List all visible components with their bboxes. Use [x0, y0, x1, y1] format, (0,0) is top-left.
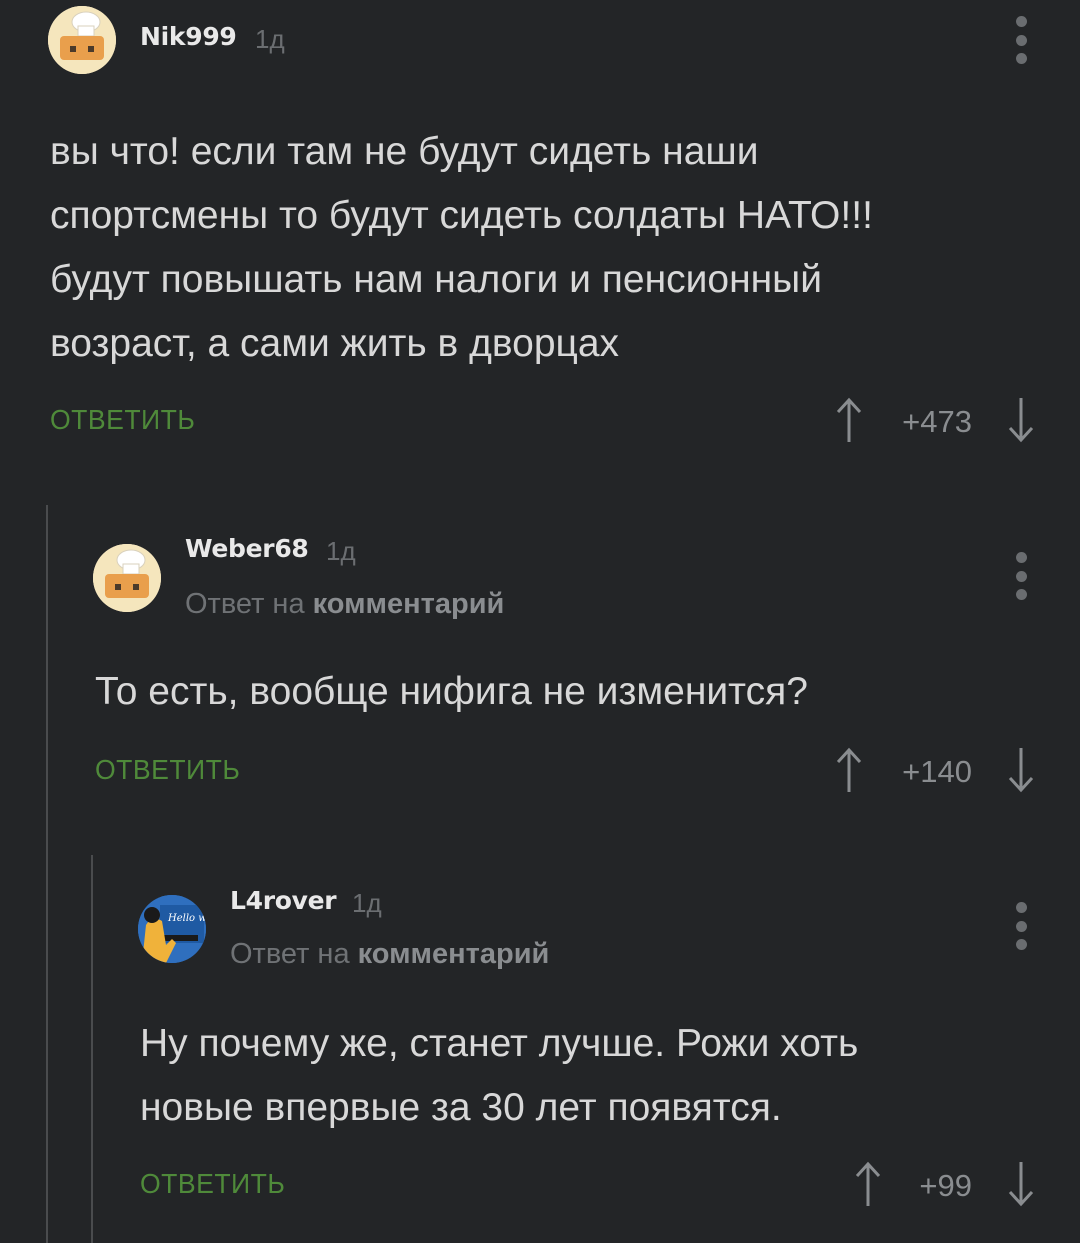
reply-to-link[interactable]: комментарий — [358, 938, 550, 970]
comment-text: Ну почему же, станет лучше. Рожи хоть но… — [140, 1012, 1060, 1140]
avatar-text: Hello world — [167, 913, 206, 924]
timestamp: 1д — [352, 888, 382, 918]
reply-to-label: Ответ на комментарий — [230, 938, 549, 971]
hello-world-avatar-icon: Hello world — [138, 895, 206, 963]
avatar[interactable]: Hello world — [138, 895, 206, 963]
username[interactable]: L4rover — [230, 886, 337, 915]
comment-text-line: новые впервые за 30 лет появятся. — [140, 1086, 782, 1129]
menu-dots-icon[interactable] — [1011, 902, 1031, 950]
rating: +99 — [919, 1168, 972, 1203]
reply-to-prefix: Ответ на — [230, 938, 350, 970]
comment-l4rover: Hello world L4rover 1д Ответ на коммента… — [0, 0, 1080, 1243]
reply-button[interactable]: ОТВЕТИТЬ — [140, 1168, 285, 1200]
arrow-down-icon[interactable] — [1006, 1160, 1036, 1208]
comment-text-line: Ну почему же, станет лучше. Рожи хоть — [140, 1022, 859, 1065]
